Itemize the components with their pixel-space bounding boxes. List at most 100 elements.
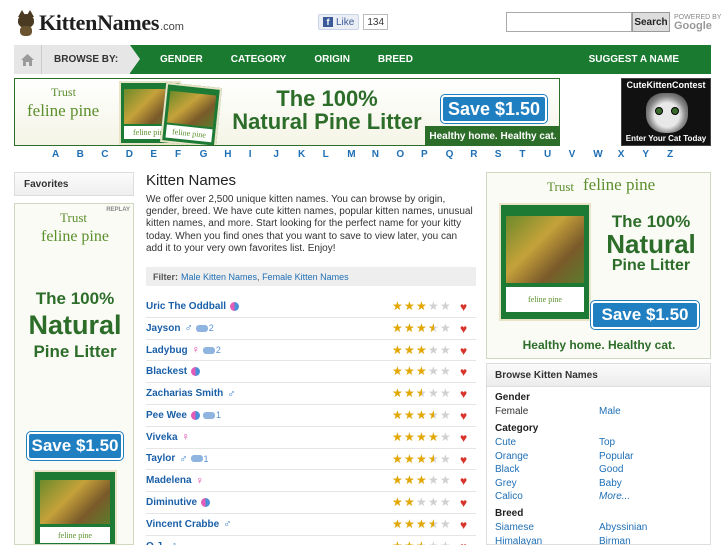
browse-link[interactable]: Baby: [599, 478, 703, 490]
kitten-name-link[interactable]: Uric The Oddball: [146, 301, 226, 312]
kitten-name-link[interactable]: O.J.: [146, 541, 165, 545]
browse-link[interactable]: Himalayan: [495, 536, 599, 545]
letter-link-r[interactable]: R: [470, 149, 477, 160]
letter-link-g[interactable]: G: [200, 149, 208, 160]
star-icon[interactable]: ★: [428, 300, 439, 312]
search-input[interactable]: [506, 12, 632, 32]
letter-link-a[interactable]: A: [52, 149, 59, 160]
star-icon[interactable]: ★★: [392, 300, 403, 312]
star-icon[interactable]: ★★: [416, 322, 427, 334]
kitten-name-link[interactable]: Vincent Crabbe: [146, 519, 219, 530]
star-rating[interactable]: ★ ★ ★ ★ ★ ★ ★ ★ ★: [392, 518, 452, 530]
star-icon[interactable]: ★★: [404, 474, 415, 486]
heart-icon[interactable]: ♥: [460, 518, 467, 532]
browse-link[interactable]: Popular: [599, 451, 703, 463]
star-icon[interactable]: ★★: [428, 409, 439, 421]
star-icon[interactable]: ★★: [404, 365, 415, 377]
letter-link-q[interactable]: Q: [446, 149, 454, 160]
letter-link-u[interactable]: U: [544, 149, 551, 160]
star-icon[interactable]: ★★: [428, 322, 439, 334]
star-rating[interactable]: ★ ★ ★ ★ ★ ★ ★ ★ ★: [392, 409, 452, 421]
nav-item-category[interactable]: CATEGORY: [217, 45, 301, 74]
cute-kitten-contest-ad[interactable]: CuteKittenContest Enter Your Cat Today: [621, 78, 711, 146]
star-icon[interactable]: ★★: [404, 300, 415, 312]
letter-link-o[interactable]: O: [396, 149, 404, 160]
nav-item-breed[interactable]: BREED: [364, 45, 427, 74]
star-rating[interactable]: ★★★★★★★★: [392, 387, 452, 399]
suggest-name-link[interactable]: SUGGEST A NAME: [575, 45, 693, 74]
favorites-header[interactable]: Favorites: [14, 172, 134, 196]
kitten-name-link[interactable]: Diminutive: [146, 497, 197, 508]
letter-link-s[interactable]: S: [495, 149, 502, 160]
star-icon[interactable]: ★★: [416, 365, 427, 377]
kitten-name-link[interactable]: Blackest: [146, 366, 187, 377]
star-icon[interactable]: ★: [440, 322, 451, 334]
heart-icon[interactable]: ♥: [460, 300, 467, 314]
star-icon[interactable]: ★★: [392, 453, 403, 465]
star-icon[interactable]: ★: [440, 540, 451, 545]
star-icon[interactable]: ★★: [404, 540, 415, 545]
heart-icon[interactable]: ♥: [460, 540, 467, 545]
star-rating[interactable]: ★★★★★★★★: [392, 474, 452, 486]
letter-link-v[interactable]: V: [569, 149, 576, 160]
star-icon[interactable]: ★★: [392, 322, 403, 334]
site-logo[interactable]: KittenNames .com: [16, 8, 184, 38]
heart-icon[interactable]: ♥: [460, 431, 467, 445]
star-icon[interactable]: ★★: [416, 344, 427, 356]
star-icon[interactable]: ★★: [392, 518, 403, 530]
star-icon[interactable]: ★★: [416, 453, 427, 465]
star-icon[interactable]: ★: [440, 300, 451, 312]
star-icon[interactable]: ★★: [428, 431, 439, 443]
star-icon[interactable]: ★: [428, 387, 439, 399]
letter-link-m[interactable]: M: [347, 149, 355, 160]
star-icon[interactable]: ★: [428, 365, 439, 377]
comment-count[interactable]: 1: [190, 454, 209, 464]
heart-icon[interactable]: ♥: [460, 496, 467, 510]
feline-pine-banner-ad[interactable]: Trust feline pine feline pine feline pin…: [14, 78, 560, 146]
star-icon[interactable]: ★★: [392, 431, 403, 443]
comment-count[interactable]: 1: [202, 410, 221, 420]
letter-link-e[interactable]: E: [150, 149, 157, 160]
browse-link[interactable]: Orange: [495, 451, 599, 463]
star-rating[interactable]: ★ ★ ★ ★ ★ ★ ★: [392, 496, 452, 508]
star-icon[interactable]: ★: [440, 409, 451, 421]
star-icon[interactable]: ★: [428, 344, 439, 356]
letter-link-h[interactable]: H: [224, 149, 231, 160]
nav-item-origin[interactable]: ORIGIN: [300, 45, 364, 74]
browse-link[interactable]: Male: [599, 406, 703, 418]
star-icon[interactable]: ★★: [404, 322, 415, 334]
star-icon[interactable]: ★: [416, 496, 427, 508]
nav-item-gender[interactable]: GENDER: [146, 45, 217, 74]
letter-link-z[interactable]: Z: [667, 149, 673, 160]
heart-icon[interactable]: ♥: [460, 453, 467, 467]
star-icon[interactable]: ★★: [416, 387, 427, 399]
browse-link[interactable]: Female: [495, 406, 599, 418]
star-icon[interactable]: ★★: [416, 540, 427, 545]
facebook-like-button[interactable]: f Like: [318, 14, 360, 30]
letter-link-w[interactable]: W: [593, 149, 602, 160]
heart-icon[interactable]: ♥: [460, 322, 467, 336]
star-icon[interactable]: ★: [440, 474, 451, 486]
filter-male-link[interactable]: Male Kitten Names: [181, 272, 257, 282]
comment-count[interactable]: 2: [202, 345, 221, 355]
letter-link-c[interactable]: C: [101, 149, 108, 160]
browse-link[interactable]: Good: [599, 464, 703, 476]
letter-link-l[interactable]: L: [323, 149, 329, 160]
kitten-name-link[interactable]: Ladybug: [146, 345, 188, 356]
heart-icon[interactable]: ♥: [460, 474, 467, 488]
star-rating[interactable]: ★★★★★★★★: [392, 540, 452, 545]
browse-link[interactable]: Calico: [495, 491, 599, 503]
star-icon[interactable]: ★★: [404, 518, 415, 530]
star-icon[interactable]: ★★: [404, 387, 415, 399]
star-rating[interactable]: ★ ★ ★ ★ ★ ★ ★ ★ ★: [392, 322, 452, 334]
browse-link[interactable]: Siamese: [495, 522, 599, 534]
letter-link-t[interactable]: T: [519, 149, 525, 160]
letter-link-n[interactable]: N: [372, 149, 379, 160]
letter-link-p[interactable]: P: [421, 149, 428, 160]
star-icon[interactable]: ★: [440, 344, 451, 356]
star-icon[interactable]: ★★: [392, 344, 403, 356]
kitten-name-link[interactable]: Taylor: [146, 453, 175, 464]
star-icon[interactable]: ★: [440, 365, 451, 377]
home-button[interactable]: [14, 45, 42, 74]
star-icon[interactable]: ★★: [404, 496, 415, 508]
